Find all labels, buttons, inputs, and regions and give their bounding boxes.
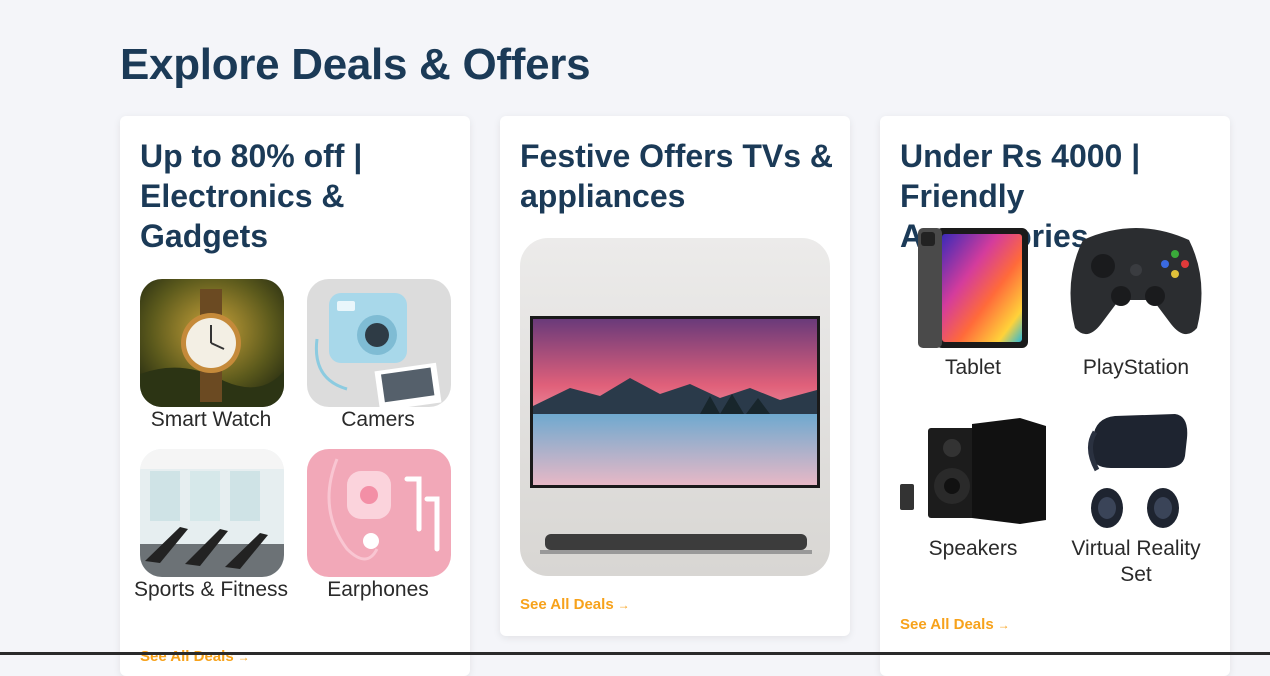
item-label[interactable]: Virtual Reality Set (1056, 536, 1216, 588)
arrow-right-icon: → (997, 618, 1010, 632)
card-title: Festive Offers TVs & appliances (520, 138, 833, 214)
see-all-deals-link[interactable]: See All Deals → (520, 596, 630, 613)
see-all-deals-link[interactable]: See All Deals → (900, 616, 1010, 633)
deal-card-electronics: Up to 80% off | Electronics & Gadgets Sm… (120, 116, 470, 676)
see-all-label: See All Deals (140, 648, 234, 665)
card-title: Up to 80% off | Electronics & Gadgets (140, 138, 363, 254)
earphones-image[interactable] (307, 449, 451, 577)
tablet-image[interactable] (918, 226, 1030, 350)
item-label[interactable]: Sports & Fitness (131, 577, 291, 603)
camera-image[interactable] (307, 279, 451, 407)
tv-image[interactable] (520, 238, 830, 576)
deal-card-accessories: Under Rs 4000 | Friendly Accessories Tab… (880, 116, 1230, 676)
item-label[interactable]: Speakers (893, 536, 1053, 562)
sports-fitness-image[interactable] (140, 449, 284, 577)
item-label[interactable]: Earphones (298, 577, 458, 603)
item-label[interactable]: Camers (298, 407, 458, 433)
arrow-right-icon: → (617, 598, 630, 612)
item-label[interactable]: Smart Watch (131, 407, 291, 433)
item-label[interactable]: PlayStation (1056, 355, 1216, 381)
see-all-label: See All Deals (520, 596, 614, 613)
smart-watch-image[interactable] (140, 279, 284, 407)
page-title: Explore Deals & Offers (120, 40, 591, 89)
speakers-image[interactable] (900, 416, 1048, 524)
deal-card-tvs: Festive Offers TVs & appliances See All … (500, 116, 850, 636)
see-all-deals-link[interactable]: See All Deals → (140, 648, 250, 665)
playstation-controller-image[interactable] (1063, 220, 1209, 342)
see-all-label: See All Deals (900, 616, 994, 633)
vr-headset-image[interactable] (1085, 408, 1193, 532)
item-label[interactable]: Tablet (893, 355, 1053, 381)
